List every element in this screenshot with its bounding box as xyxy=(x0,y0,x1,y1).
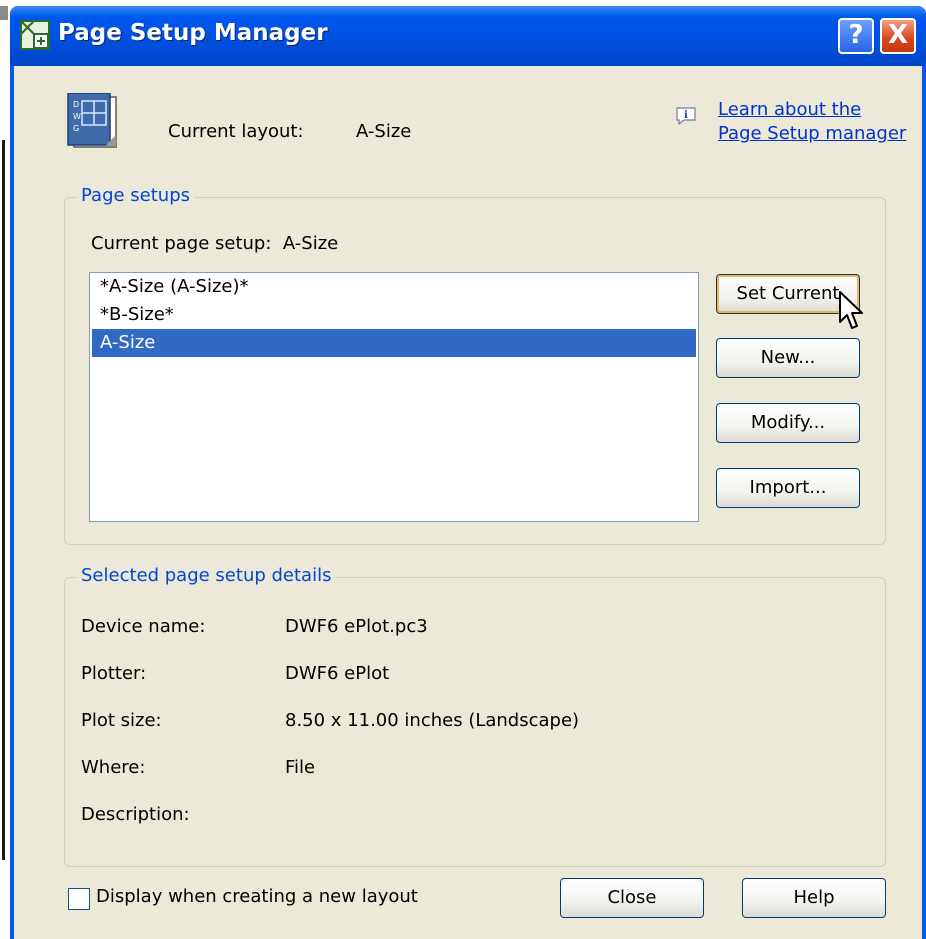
display-on-new-layout-label[interactable]: Display when creating a new layout xyxy=(96,886,418,907)
where-label: Where: xyxy=(81,757,146,778)
learn-about-page-setup-link[interactable]: Learn about the Page Setup manager xyxy=(718,98,906,146)
list-item[interactable]: *A-Size (A-Size)* xyxy=(90,273,698,301)
page-setups-list[interactable]: *A-Size (A-Size)* *B-Size* A-Size xyxy=(89,272,699,522)
device-name-value: DWF6 ePlot.pc3 xyxy=(285,616,428,637)
plot-size-label: Plot size: xyxy=(81,710,162,731)
list-item-selected[interactable]: A-Size xyxy=(92,329,696,357)
plot-size-value: 8.50 x 11.00 inches (Landscape) xyxy=(285,710,580,731)
title-help-button[interactable]: ? xyxy=(838,18,874,54)
import-button[interactable]: Import... xyxy=(716,468,860,508)
help-button[interactable]: Help xyxy=(742,878,886,918)
plotter-label: Plotter: xyxy=(81,663,147,684)
title-bar[interactable]: Page Setup Manager ? X xyxy=(10,6,926,66)
set-current-button[interactable]: Set Current xyxy=(716,274,860,314)
svg-text:D: D xyxy=(73,100,79,109)
current-page-setup-label: Current page setup: xyxy=(91,233,272,254)
display-on-new-layout-checkbox[interactable] xyxy=(68,888,90,910)
close-button[interactable]: Close xyxy=(560,878,704,918)
device-name-label: Device name: xyxy=(81,616,206,637)
selected-page-setup-details-group: Selected page setup details Device name:… xyxy=(64,565,886,867)
description-label: Description: xyxy=(81,804,190,825)
details-legend: Selected page setup details xyxy=(77,565,336,586)
page-setup-manager-dialog: Page Setup Manager ? X D W G Current lay… xyxy=(10,6,926,939)
background-edge-mark xyxy=(0,6,8,20)
learn-link-line-2: Page Setup manager xyxy=(718,123,907,144)
learn-link-line-1: Learn about the xyxy=(718,99,862,120)
dwg-layout-icon: D W G xyxy=(67,93,117,148)
current-layout-value: A-Size xyxy=(356,121,412,142)
info-icon: i xyxy=(676,107,696,126)
title-close-button[interactable]: X xyxy=(880,18,916,54)
background-edge-line xyxy=(2,140,5,860)
svg-text:G: G xyxy=(73,124,79,133)
modify-button[interactable]: Modify... xyxy=(716,403,860,443)
page-setups-group: Page setups Current page setup: A-Size *… xyxy=(64,185,886,545)
list-item[interactable]: *B-Size* xyxy=(90,301,698,329)
where-value: File xyxy=(285,757,316,778)
svg-text:W: W xyxy=(73,112,81,121)
plotter-value: DWF6 ePlot xyxy=(285,663,390,684)
svg-text:i: i xyxy=(684,110,688,121)
window-title: Page Setup Manager xyxy=(58,20,328,46)
current-page-setup-text: Current page setup: A-Size xyxy=(91,233,338,254)
page-setups-legend: Page setups xyxy=(77,185,195,206)
current-layout-label: Current layout: xyxy=(168,121,304,142)
dialog-client-area: D W G Current layout: A-Size i Learn abo… xyxy=(14,66,922,939)
current-page-setup-value: A-Size xyxy=(282,233,339,254)
page-setup-app-icon xyxy=(20,20,50,50)
new-button[interactable]: New... xyxy=(716,338,860,378)
